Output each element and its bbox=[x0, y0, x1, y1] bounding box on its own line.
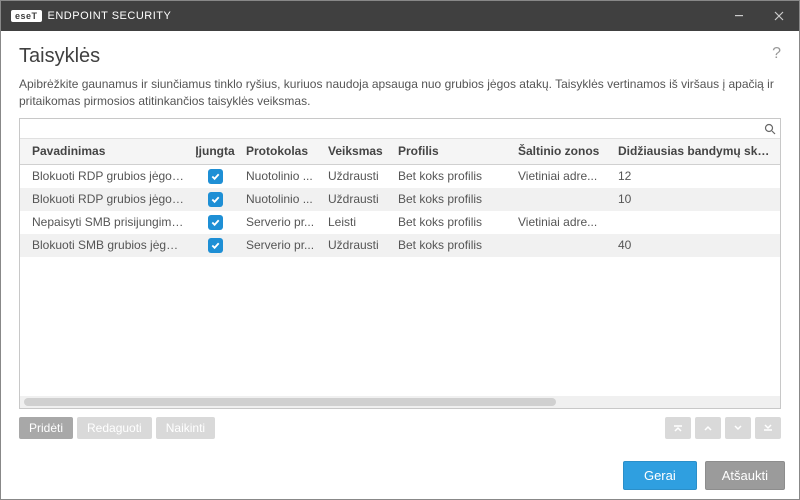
move-down-button[interactable] bbox=[725, 417, 751, 439]
help-icon: ? bbox=[772, 45, 781, 62]
col-enabled[interactable]: Įjungta bbox=[190, 144, 240, 158]
help-button[interactable]: ? bbox=[772, 45, 781, 63]
cell-protocol: Nuotolinio ... bbox=[240, 169, 322, 183]
chevron-bottom-icon bbox=[762, 422, 774, 434]
cell-name: Nepaisyti SMB prisijungimo ... bbox=[20, 215, 190, 229]
move-bottom-button[interactable] bbox=[755, 417, 781, 439]
edit-button[interactable]: Redaguoti bbox=[77, 417, 152, 439]
chevron-top-icon bbox=[672, 422, 684, 434]
ok-button[interactable]: Gerai bbox=[623, 461, 697, 490]
page-description: Apibrėžkite gaunamus ir siunčiamus tinkl… bbox=[19, 76, 781, 110]
col-profile[interactable]: Profilis bbox=[392, 144, 512, 158]
close-icon bbox=[774, 11, 784, 21]
col-protocol[interactable]: Protokolas bbox=[240, 144, 322, 158]
chevron-down-icon bbox=[732, 422, 744, 434]
titlebar: eseT ENDPOINT SECURITY bbox=[1, 1, 799, 31]
toolbar: Pridėti Redaguoti Naikinti bbox=[19, 417, 781, 439]
cell-source: Vietiniai adre... bbox=[512, 169, 612, 183]
table-row[interactable]: Blokuoti RDP grubios jėgos a... Nuotolini… bbox=[20, 165, 780, 188]
checkbox-checked-icon[interactable] bbox=[208, 192, 223, 207]
cell-protocol: Nuotolinio ... bbox=[240, 192, 322, 206]
scrollbar-thumb[interactable] bbox=[24, 398, 556, 406]
cell-enabled[interactable] bbox=[190, 169, 240, 184]
checkbox-checked-icon[interactable] bbox=[208, 238, 223, 253]
cell-action: Uždrausti bbox=[322, 169, 392, 183]
move-up-button[interactable] bbox=[695, 417, 721, 439]
table-row[interactable]: Nepaisyti SMB prisijungimo ... Serverio p… bbox=[20, 211, 780, 234]
table-body: Blokuoti RDP grubios jėgos a... Nuotolini… bbox=[20, 165, 780, 396]
cell-action: Leisti bbox=[322, 215, 392, 229]
delete-button[interactable]: Naikinti bbox=[156, 417, 215, 439]
search-row bbox=[20, 119, 780, 139]
col-max[interactable]: Didžiausias bandymų skaičius bbox=[612, 144, 781, 158]
cell-enabled[interactable] bbox=[190, 192, 240, 207]
cell-profile: Bet koks profilis bbox=[392, 215, 512, 229]
table-header: Pavadinimas Įjungta Protokolas Veiksmas … bbox=[20, 139, 780, 165]
cell-profile: Bet koks profilis bbox=[392, 192, 512, 206]
cell-name: Blokuoti SMB grubios jėgos ... bbox=[20, 238, 190, 252]
cell-name: Blokuoti RDP grubios jėgos a... bbox=[20, 169, 190, 183]
cell-profile: Bet koks profilis bbox=[392, 169, 512, 183]
checkbox-checked-icon[interactable] bbox=[208, 169, 223, 184]
minimize-icon bbox=[734, 11, 744, 21]
search-icon bbox=[764, 123, 776, 135]
cell-max: 10 bbox=[612, 192, 780, 206]
col-action[interactable]: Veiksmas bbox=[322, 144, 392, 158]
cell-action: Uždrausti bbox=[322, 238, 392, 252]
cell-protocol: Serverio pr... bbox=[240, 238, 322, 252]
page-title: Taisyklės bbox=[19, 45, 781, 68]
cell-max: 12 bbox=[612, 169, 780, 183]
checkbox-checked-icon[interactable] bbox=[208, 215, 223, 230]
table-row[interactable]: Blokuoti SMB grubios jėgos ... Serverio p… bbox=[20, 234, 780, 257]
horizontal-scrollbar[interactable] bbox=[20, 396, 780, 408]
chevron-up-icon bbox=[702, 422, 714, 434]
footer: Gerai Atšaukti bbox=[1, 451, 799, 499]
minimize-button[interactable] bbox=[719, 1, 759, 31]
col-source[interactable]: Šaltinio zonos bbox=[512, 144, 612, 158]
cell-max: 40 bbox=[612, 238, 780, 252]
add-button[interactable]: Pridėti bbox=[19, 417, 73, 439]
cell-profile: Bet koks profilis bbox=[392, 238, 512, 252]
window: eseT ENDPOINT SECURITY Taisyklės ? Apibr… bbox=[0, 0, 800, 500]
close-button[interactable] bbox=[759, 1, 799, 31]
col-name[interactable]: Pavadinimas bbox=[20, 144, 190, 158]
cell-action: Uždrausti bbox=[322, 192, 392, 206]
cell-enabled[interactable] bbox=[190, 238, 240, 253]
brand: eseT ENDPOINT SECURITY bbox=[11, 10, 171, 22]
table-row[interactable]: Blokuoti RDP grubios jėgos a... Nuotolini… bbox=[20, 188, 780, 211]
cell-enabled[interactable] bbox=[190, 215, 240, 230]
brand-name: ENDPOINT SECURITY bbox=[48, 10, 172, 22]
cell-protocol: Serverio pr... bbox=[240, 215, 322, 229]
search-button[interactable] bbox=[760, 119, 780, 139]
rules-table: Pavadinimas Įjungta Protokolas Veiksmas … bbox=[19, 118, 781, 409]
brand-badge: eseT bbox=[11, 10, 42, 22]
content-area: Taisyklės ? Apibrėžkite gaunamus ir siun… bbox=[1, 31, 799, 451]
cancel-button[interactable]: Atšaukti bbox=[705, 461, 785, 490]
cell-name: Blokuoti RDP grubios jėgos a... bbox=[20, 192, 190, 206]
move-top-button[interactable] bbox=[665, 417, 691, 439]
cell-source: Vietiniai adre... bbox=[512, 215, 612, 229]
